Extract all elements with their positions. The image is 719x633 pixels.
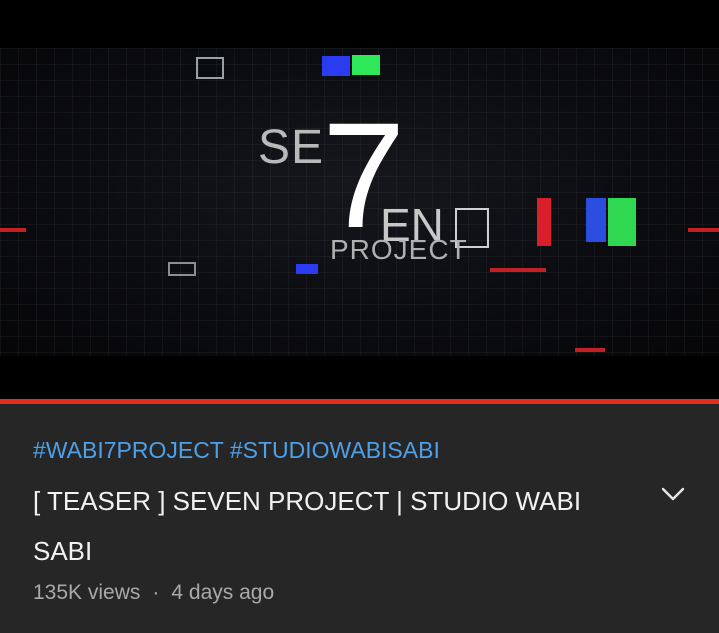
video-title[interactable]: [ TEASER ] SEVEN PROJECT | STUDIO WABI S… [33,476,593,576]
glitch-red-dash-right [688,228,719,232]
glitch-blue-block-2 [586,198,606,242]
logo-se-text: SE [258,121,325,174]
glitch-outline-box [196,57,224,79]
video-player[interactable]: SE 7 EN PROJECT [0,0,719,399]
chevron-down-icon[interactable] [660,484,686,504]
upload-age: 4 days ago [171,581,275,604]
glitch-blue-small [296,264,318,274]
glitch-red-dash-left [0,228,26,232]
glitch-red-line-2 [575,348,605,352]
view-count: 135K views [33,581,141,604]
glitch-green-block [352,55,380,75]
meta-separator: · [152,581,160,604]
glitch-red-line [490,268,546,272]
glitch-green-block-2 [608,198,636,246]
video-frame: SE 7 EN PROJECT [0,48,719,356]
video-meta: 135K views · 4 days ago [33,581,274,605]
video-info: #WABI7PROJECT #STUDIOWABISABI [ TEASER ]… [0,404,719,633]
glitch-blue-block [322,56,350,76]
glitch-outline-small [168,262,196,276]
glitch-red-block [537,198,551,246]
hashtags-link[interactable]: #WABI7PROJECT #STUDIOWABISABI [33,437,440,464]
logo-project-text: PROJECT [330,234,468,265]
